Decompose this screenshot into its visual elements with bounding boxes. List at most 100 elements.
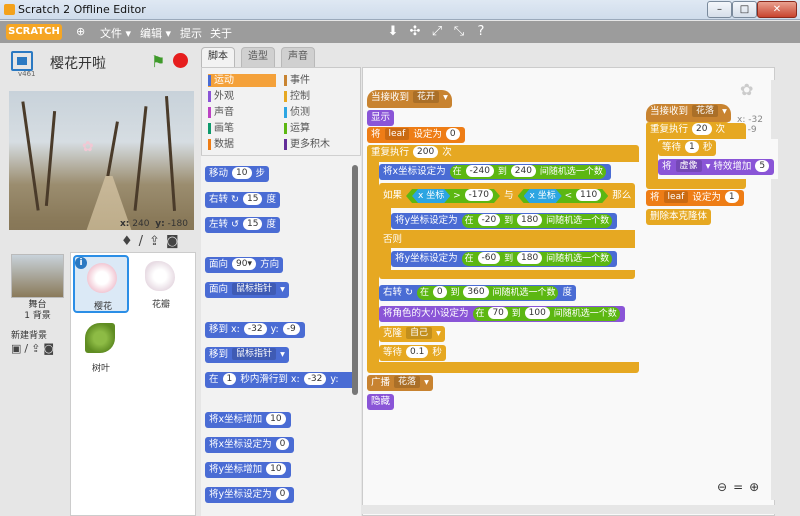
stop-icon[interactable]	[173, 53, 188, 68]
block-goto-xy[interactable]: 移到 x: -32 y: -9	[205, 322, 305, 338]
presentation-mode-icon[interactable]	[11, 51, 33, 71]
sprite-pane: ♦/⇪◙ 舞台 1 背景 新建背景 ▣/⇪◙ i 樱花 花瓣 树叶	[5, 230, 196, 516]
block-set-size[interactable]: 将角色的大小设定为 在 70 到 100 间随机选一个数	[379, 306, 625, 322]
sprite-name: 花瓣	[151, 300, 170, 310]
window-title: Scratch 2 Offline Editor	[18, 3, 146, 16]
info-icon[interactable]: i	[75, 257, 87, 269]
new-backdrop-label: 新建背景	[11, 331, 48, 341]
category-more-blocks[interactable]: 更多积木	[284, 138, 352, 151]
sprite-thumbnail	[145, 261, 175, 291]
green-flag-icon[interactable]: ⚑	[151, 52, 165, 71]
cut-icon[interactable]: ✣	[407, 24, 423, 40]
block-change-y[interactable]: 将y坐标增加 10	[205, 462, 291, 478]
zoom-reset-icon[interactable]: =	[733, 480, 749, 494]
globe-icon[interactable]: ⊕	[76, 25, 85, 38]
category-looks[interactable]: 外观	[208, 90, 276, 103]
zoom-controls: ⊖=⊕	[717, 480, 765, 494]
sprite-name: 树叶	[91, 364, 110, 374]
menu-edit[interactable]: 编辑 ▾	[140, 25, 171, 41]
category-data[interactable]: 数据	[208, 138, 276, 151]
scratch-logo[interactable]: SCRATCH	[6, 24, 62, 40]
category-sensing[interactable]: 侦测	[284, 106, 352, 119]
camera-icon[interactable]: ◙	[43, 342, 57, 355]
menu-tips[interactable]: 提示	[180, 25, 202, 41]
block-goto[interactable]: 移到 鼠标指针 ▾	[205, 347, 289, 363]
category-events[interactable]: 事件	[284, 74, 352, 87]
block-broadcast[interactable]: 广播 花落 ▾	[367, 375, 433, 391]
stage-label: 舞台 1 背景	[24, 300, 51, 321]
sprite-item[interactable]: 花瓣	[133, 255, 189, 313]
block-when-receive[interactable]: 当接收到 花开 ▾	[367, 90, 452, 108]
maximize-button[interactable]: □	[732, 1, 757, 18]
zoom-in-icon[interactable]: ⊕	[749, 480, 765, 494]
upload-icon[interactable]: ⇪	[31, 342, 43, 355]
block-set-x-random[interactable]: 将x坐标设定为 在 -240 到 240 间随机选一个数	[379, 164, 611, 180]
category-sound[interactable]: 声音	[208, 106, 276, 119]
close-button[interactable]: ✕	[757, 1, 797, 18]
else-label: 否则	[379, 233, 407, 247]
menu-about[interactable]: 关于	[210, 25, 232, 41]
block-wait[interactable]: 等待 1 秒	[658, 140, 717, 156]
block-move[interactable]: 移动 10 步	[205, 166, 270, 182]
title-bar: Scratch 2 Offline Editor – □ ✕	[0, 0, 800, 20]
shrink-icon[interactable]: ⤡	[451, 24, 467, 40]
stage-thumbnail[interactable]	[11, 254, 64, 298]
tab-costumes[interactable]: 造型	[241, 47, 275, 67]
script-scrollbar-horizontal[interactable]	[362, 505, 775, 514]
block-delete-clone[interactable]: 删除本克隆体	[646, 209, 712, 225]
block-change-x[interactable]: 将x坐标增加 10	[205, 412, 291, 428]
upload-sprite-icon[interactable]: ⇪	[149, 234, 166, 249]
minimize-button[interactable]: –	[707, 1, 732, 18]
stamp-icon[interactable]: ⬇	[385, 24, 401, 40]
sprite-thumbnail	[85, 323, 115, 353]
camera-icon[interactable]: ◙	[166, 234, 185, 249]
sprite-list: i 樱花 花瓣 树叶	[70, 252, 196, 516]
block-set-y-random[interactable]: 将y坐标设定为 在 -20 到 180 间随机选一个数	[391, 213, 618, 229]
category-pen[interactable]: 画笔	[208, 122, 276, 135]
palette-blocks: 移动 10 步 右转 ↻ 15 度 左转 ↺ 15 度 面向 90▾ 方向 面向…	[201, 155, 361, 516]
repeat-header: 重复执行 20 次	[646, 122, 730, 138]
help-icon[interactable]: ?	[473, 24, 489, 40]
category-operators[interactable]: 运算	[284, 122, 352, 135]
block-set-y-random[interactable]: 将y坐标设定为 在 -60 到 180 间随机选一个数	[391, 251, 618, 267]
block-turn-random[interactable]: 右转 ↻ 在 0 到 360 间随机选一个数 度	[379, 285, 577, 301]
sprite-name: 樱花	[93, 302, 112, 312]
block-set-variable[interactable]: 将 leaf 设定为 0	[367, 127, 465, 143]
image-icon[interactable]: ▣	[11, 342, 24, 355]
block-change-effect[interactable]: 将 虚像 ▾ 特效增加 5	[658, 159, 775, 175]
block-show[interactable]: 显示	[367, 110, 395, 126]
menu-bar: SCRATCH ⊕ 文件 ▾ 编辑 ▾ 提示 关于 ⬇ ✣ ⤢ ⤡ ?	[0, 21, 800, 43]
choose-sprite-icon[interactable]: ♦	[121, 234, 139, 249]
block-wait[interactable]: 等待 0.1 秒	[379, 345, 446, 361]
tab-scripts[interactable]: 脚本	[201, 47, 235, 68]
block-glide[interactable]: 在 1 秒内滑行到 x: -32 y:	[205, 372, 356, 388]
tab-sounds[interactable]: 声音	[281, 47, 315, 67]
sprite-tools: ♦/⇪◙	[121, 234, 185, 249]
sprite-item[interactable]: i 樱花	[73, 255, 129, 313]
category-motion[interactable]: 运动	[208, 74, 276, 87]
block-hide[interactable]: 隐藏	[367, 394, 395, 410]
block-point-direction[interactable]: 面向 90▾ 方向	[205, 257, 284, 273]
cherry-blossom-sprite[interactable]: ✿	[82, 139, 94, 155]
sprite-item[interactable]: 树叶	[73, 317, 129, 375]
app-icon	[4, 4, 15, 15]
grow-icon[interactable]: ⤢	[429, 24, 445, 40]
block-when-receive[interactable]: 当接收到 花落 ▾	[646, 104, 731, 122]
paint-sprite-icon[interactable]: /	[139, 234, 149, 249]
zoom-out-icon[interactable]: ⊖	[717, 480, 733, 494]
block-clone[interactable]: 克隆 自己 ▾	[379, 326, 445, 342]
palette-scrollbar[interactable]	[352, 165, 358, 395]
new-backdrop-tools: ▣/⇪◙	[11, 342, 57, 355]
project-title[interactable]: 樱花开啦	[50, 53, 106, 73]
sprite-thumbnail	[87, 263, 117, 293]
repeat-header: 重复执行 200 次	[367, 145, 456, 161]
block-set-x[interactable]: 将x坐标设定为 0	[205, 437, 295, 453]
block-set-variable[interactable]: 将 leaf 设定为 1	[646, 190, 744, 206]
block-turn-left[interactable]: 左转 ↺ 15 度	[205, 217, 281, 233]
block-set-y[interactable]: 将y坐标设定为 0	[205, 487, 295, 503]
category-control[interactable]: 控制	[284, 90, 352, 103]
menu-file[interactable]: 文件 ▾	[100, 25, 131, 41]
block-point-towards[interactable]: 面向 鼠标指针 ▾	[205, 282, 289, 298]
mouse-coords: x: 240 y: -180	[120, 219, 188, 229]
block-turn-right[interactable]: 右转 ↻ 15 度	[205, 192, 281, 208]
